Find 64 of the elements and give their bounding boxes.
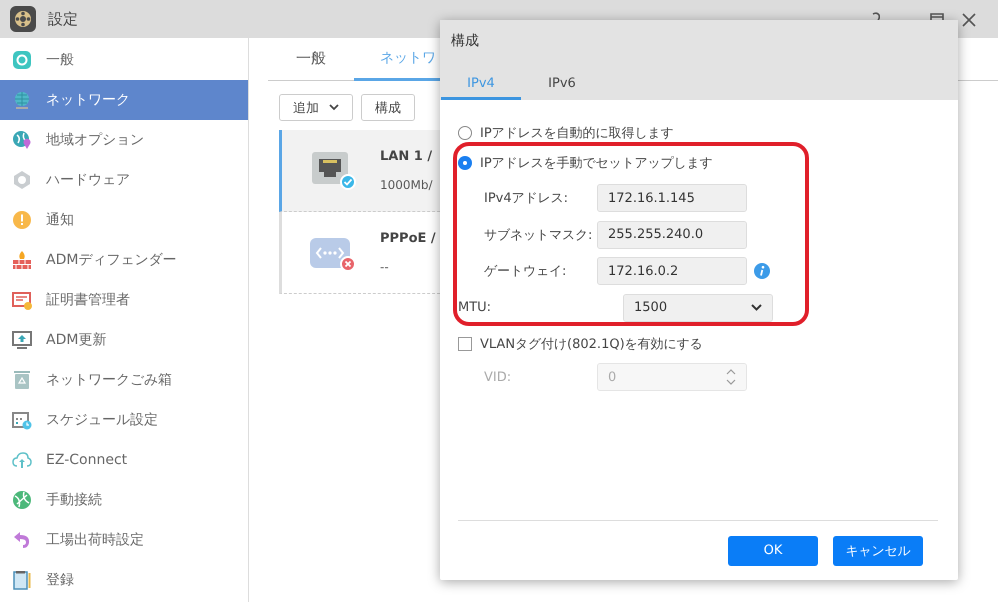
recycle-bin-icon (12, 370, 32, 390)
configure-button[interactable]: 構成 (361, 94, 415, 121)
sidebar-item[interactable]: EZ-Connect (0, 440, 248, 480)
cloud-upload-icon (12, 450, 32, 470)
radio-button[interactable] (458, 156, 472, 170)
interface-detail: -- (380, 260, 390, 274)
sidebar-item[interactable]: ネットワーク (0, 80, 248, 120)
option-label: IPアドレスを手動でセットアップします (480, 155, 713, 172)
field-label: MTU: (458, 300, 492, 316)
tab[interactable]: IPv6 (522, 70, 602, 100)
monitor-upload-icon (12, 330, 32, 350)
field-label: ゲートウェイ: (483, 263, 568, 280)
field-label: サブネットマスク: (483, 226, 594, 244)
dialog-title: 構成 (450, 32, 480, 50)
calendar-clock-icon (12, 410, 32, 430)
undo-arrow-icon (12, 530, 32, 550)
sidebar-item[interactable]: 一般 (0, 40, 248, 80)
maximize-icon (930, 13, 944, 20)
notepad-icon (12, 570, 32, 590)
chevron-down-icon (329, 104, 339, 111)
option-label: IPアドレスを自動的に取得します (480, 125, 674, 142)
interface-name: PPPoE / (380, 231, 436, 246)
sidebar-item[interactable]: ネットワークごみ箱 (0, 360, 248, 400)
nut-icon (12, 170, 32, 190)
radio-button[interactable] (458, 126, 472, 140)
input-field[interactable]: 172.16.0.2 (597, 257, 747, 286)
chevron-down-icon (751, 304, 762, 312)
certificate-icon (12, 290, 32, 310)
interface-card[interactable]: LAN 1 / 1000Mb/ (279, 130, 440, 212)
field-label: IPv4アドレス: (483, 190, 570, 208)
sidebar-item[interactable]: スケジュール設定 (0, 400, 248, 440)
warning-icon (12, 210, 32, 230)
tab[interactable]: 一般 (268, 38, 354, 81)
checkbox[interactable] (458, 337, 472, 351)
input-field[interactable]: 172.16.1.145 (597, 184, 747, 212)
ok-button[interactable]: OK (728, 536, 818, 566)
select-field[interactable]: 1500 (623, 294, 773, 322)
globe-icon (12, 490, 32, 510)
sidebar-item[interactable]: 通知 (0, 200, 248, 240)
spinner-arrows-icon (726, 369, 736, 386)
sidebar-item[interactable]: 工場出荷時設定 (0, 520, 248, 560)
checkbox-label: VLANタグ付け(802.1Q)を有効にする (480, 336, 703, 353)
sidebar-item[interactable]: 手動接続 (0, 480, 248, 520)
cancel-button[interactable]: キャンセル (833, 536, 923, 566)
help-icon (872, 12, 880, 20)
ethernet-port-icon (310, 150, 358, 192)
window-title: 設定 (48, 10, 78, 28)
firewall-icon (12, 250, 32, 270)
field-label: VID: (483, 370, 512, 385)
settings-icon (10, 6, 36, 32)
globe-pin-icon (12, 130, 32, 150)
close-icon[interactable] (962, 13, 976, 27)
interface-name: LAN 1 / (380, 149, 433, 164)
sidebar-item[interactable]: ハードウェア (0, 160, 248, 200)
sidebar-item[interactable]: 証明書管理者 (0, 280, 248, 320)
sidebar-item[interactable]: ADM更新 (0, 320, 248, 360)
add-dropdown[interactable]: 追加 (279, 94, 353, 121)
sidebar-item[interactable]: 登録 (0, 560, 248, 600)
globe-icon (12, 90, 32, 110)
input-field[interactable]: 255.255.240.0 (597, 220, 747, 249)
sidebar-item[interactable]: ADMディフェンダー (0, 240, 248, 280)
sidebar-item[interactable]: 地域オプション (0, 120, 248, 160)
interface-detail: 1000Mb/ (380, 178, 433, 192)
app-icon (12, 50, 32, 70)
